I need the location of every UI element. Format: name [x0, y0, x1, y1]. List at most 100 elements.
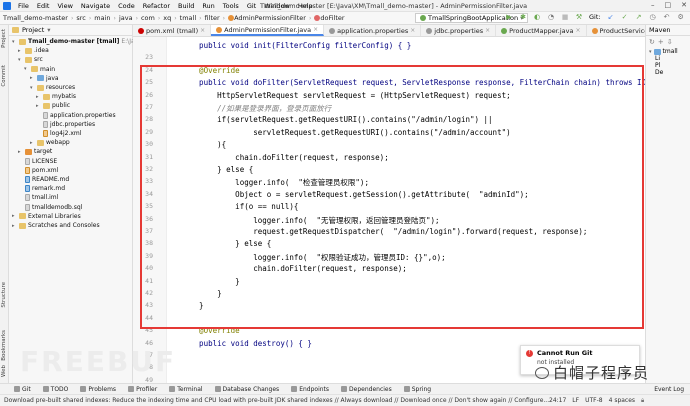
git-update-icon[interactable]: ↙ [607, 13, 615, 21]
menu-view[interactable]: View [53, 2, 76, 10]
line-number[interactable]: 43 [133, 301, 153, 309]
profile-icon[interactable]: ◔ [547, 13, 555, 21]
tree-item[interactable]: ▸ java [30, 74, 59, 83]
menu-refactor[interactable]: Refactor [139, 2, 174, 10]
editor-tab[interactable]: pom.xml (tmall) × [133, 25, 212, 36]
build-icon[interactable]: ⚒ [575, 13, 583, 21]
tree-item[interactable]: ▸ Scratches and Consoles [12, 221, 100, 230]
chevron-right-icon[interactable]: ▸ [30, 140, 35, 146]
tree-item[interactable]: LICENSE [18, 157, 57, 166]
code-line[interactable]: public void doFilter(ServletRequest requ… [181, 78, 645, 87]
bottom-tool-tab[interactable]: Spring [398, 386, 437, 393]
chevron-right-icon[interactable]: ▸ [18, 48, 23, 54]
line-number[interactable]: 26 [133, 91, 153, 99]
tree-item[interactable]: ▸ target [18, 147, 52, 156]
line-number[interactable]: 25 [133, 78, 153, 86]
tab-close-icon[interactable]: × [410, 27, 415, 34]
maven-plugins-item[interactable]: Pl [646, 62, 690, 69]
breadcrumb-main[interactable]: main [91, 14, 113, 22]
chevron-right-icon[interactable]: ▸ [36, 94, 41, 100]
line-number[interactable]: 38 [133, 239, 153, 247]
breadcrumb-com[interactable]: com [138, 14, 158, 22]
tab-close-icon[interactable]: × [313, 26, 318, 33]
chevron-right-icon[interactable]: ▸ [12, 213, 17, 219]
tree-item[interactable]: log4j2.xml [36, 129, 81, 138]
line-number[interactable]: 41 [133, 277, 153, 285]
code-line[interactable]: request.getRequestDispatcher( "/admin/lo… [181, 227, 587, 236]
tree-item[interactable]: ▸ public [36, 101, 70, 110]
close-icon[interactable]: ✕ [681, 1, 687, 9]
line-number[interactable]: 39 [133, 252, 153, 260]
tree-item[interactable]: remark.md [18, 184, 65, 193]
line-number[interactable]: 40 [133, 264, 153, 272]
code-line[interactable]: @Override [181, 326, 240, 335]
project-panel-title[interactable]: Project [22, 26, 44, 34]
line-number[interactable]: 29 [133, 128, 153, 136]
code-editor[interactable]: public void init(FilterConfig filterConf… [167, 37, 645, 383]
web-tool-tab[interactable]: Web [1, 365, 7, 377]
line-number[interactable]: 45 [133, 326, 153, 334]
code-line[interactable]: HttpServletRequest servletRequest = (Htt… [181, 91, 511, 100]
menu-edit[interactable]: Edit [33, 2, 54, 10]
editor-tab[interactable]: jdbc.properties × [421, 25, 497, 36]
maven-lifecycle-item[interactable]: Li [646, 55, 690, 62]
tree-item[interactable]: ▸ webapp [30, 138, 70, 147]
tree-item[interactable]: pom.xml [18, 166, 58, 175]
structure-tool-tab[interactable]: Structure [1, 282, 7, 308]
tree-item[interactable]: ▸ External Libraries [12, 212, 81, 221]
lock-icon[interactable]: 🔒︎ [641, 397, 644, 405]
line-number[interactable]: 42 [133, 289, 153, 297]
file-encoding[interactable]: UTF-8 [585, 397, 603, 405]
bottom-tool-tab[interactable]: Profiler [122, 386, 163, 393]
chevron-right-icon[interactable]: ▸ [36, 103, 41, 109]
tab-close-icon[interactable]: × [485, 27, 490, 34]
tree-item[interactable]: jdbc.properties [36, 120, 95, 129]
menu-build[interactable]: Build [174, 2, 198, 10]
line-number[interactable]: 36 [133, 215, 153, 223]
line-separator[interactable]: LF [572, 397, 579, 405]
tab-close-icon[interactable]: × [575, 27, 580, 34]
maven-dependencies-item[interactable]: De [646, 69, 690, 76]
breadcrumb-class[interactable]: AdminPermissionFilter [225, 14, 309, 22]
line-number[interactable]: 37 [133, 227, 153, 235]
code-line[interactable]: } [181, 289, 222, 298]
indent-setting[interactable]: 4 spaces [609, 397, 635, 405]
code-line[interactable]: logger.info( "检查管理员权限"); [181, 177, 369, 188]
chevron-down-icon[interactable]: ▾ [18, 57, 23, 63]
tree-item[interactable]: tmalldemodb.sql [18, 203, 82, 212]
line-number[interactable]: 28 [133, 115, 153, 123]
chevron-right-icon[interactable]: ▸ [12, 223, 17, 229]
event-log-tab[interactable]: Event Log [648, 386, 690, 393]
code-line[interactable]: } else { [181, 165, 253, 174]
code-line[interactable]: } else { [181, 239, 271, 248]
tree-item[interactable]: ▾ src [18, 55, 43, 64]
line-number[interactable]: 35 [133, 202, 153, 210]
menu-navigate[interactable]: Navigate [77, 2, 114, 10]
settings-icon[interactable]: ⚙ [677, 13, 685, 21]
bottom-tool-tab[interactable]: Database Changes [209, 386, 286, 393]
breadcrumb-project[interactable]: Tmall_demo-master [0, 14, 71, 22]
menu-tools[interactable]: Tools [219, 2, 243, 10]
chevron-down-icon[interactable]: ▾ [12, 39, 17, 45]
code-line[interactable]: } [181, 301, 204, 310]
editor-tab[interactable]: ProductMapper.java × [496, 25, 587, 36]
code-line[interactable]: logger.info( "无管理权限，返回管理员登陆页"); [181, 215, 439, 226]
code-line[interactable]: chain.doFilter(request, response); [181, 264, 407, 273]
history-icon[interactable]: ◷ [649, 13, 657, 21]
chevron-right-icon[interactable]: ▸ [30, 75, 35, 81]
coverage-icon[interactable]: ◐ [533, 13, 541, 21]
code-line[interactable]: logger.info( "权限验证成功，管理员ID: {}",o); [181, 252, 445, 263]
stop-icon[interactable]: ■ [561, 13, 569, 21]
caret-position[interactable]: 24:17 [549, 397, 566, 405]
line-number[interactable]: 24 [133, 66, 153, 74]
breadcrumb-method[interactable]: doFilter [311, 14, 347, 22]
tree-item[interactable]: tmall.iml [18, 193, 58, 202]
tree-item[interactable]: ▸ mybatis [36, 92, 76, 101]
bottom-tool-tab[interactable]: Endpoints [285, 386, 335, 393]
tab-close-icon[interactable]: × [200, 27, 205, 34]
commit-tool-tab[interactable]: Commit [1, 65, 7, 87]
maven-project-label[interactable]: tmall [663, 48, 678, 55]
tree-item[interactable]: ▸ .idea [18, 46, 49, 55]
breadcrumb-tmall[interactable]: tmall [177, 14, 199, 22]
minimize-icon[interactable]: – [651, 1, 655, 9]
